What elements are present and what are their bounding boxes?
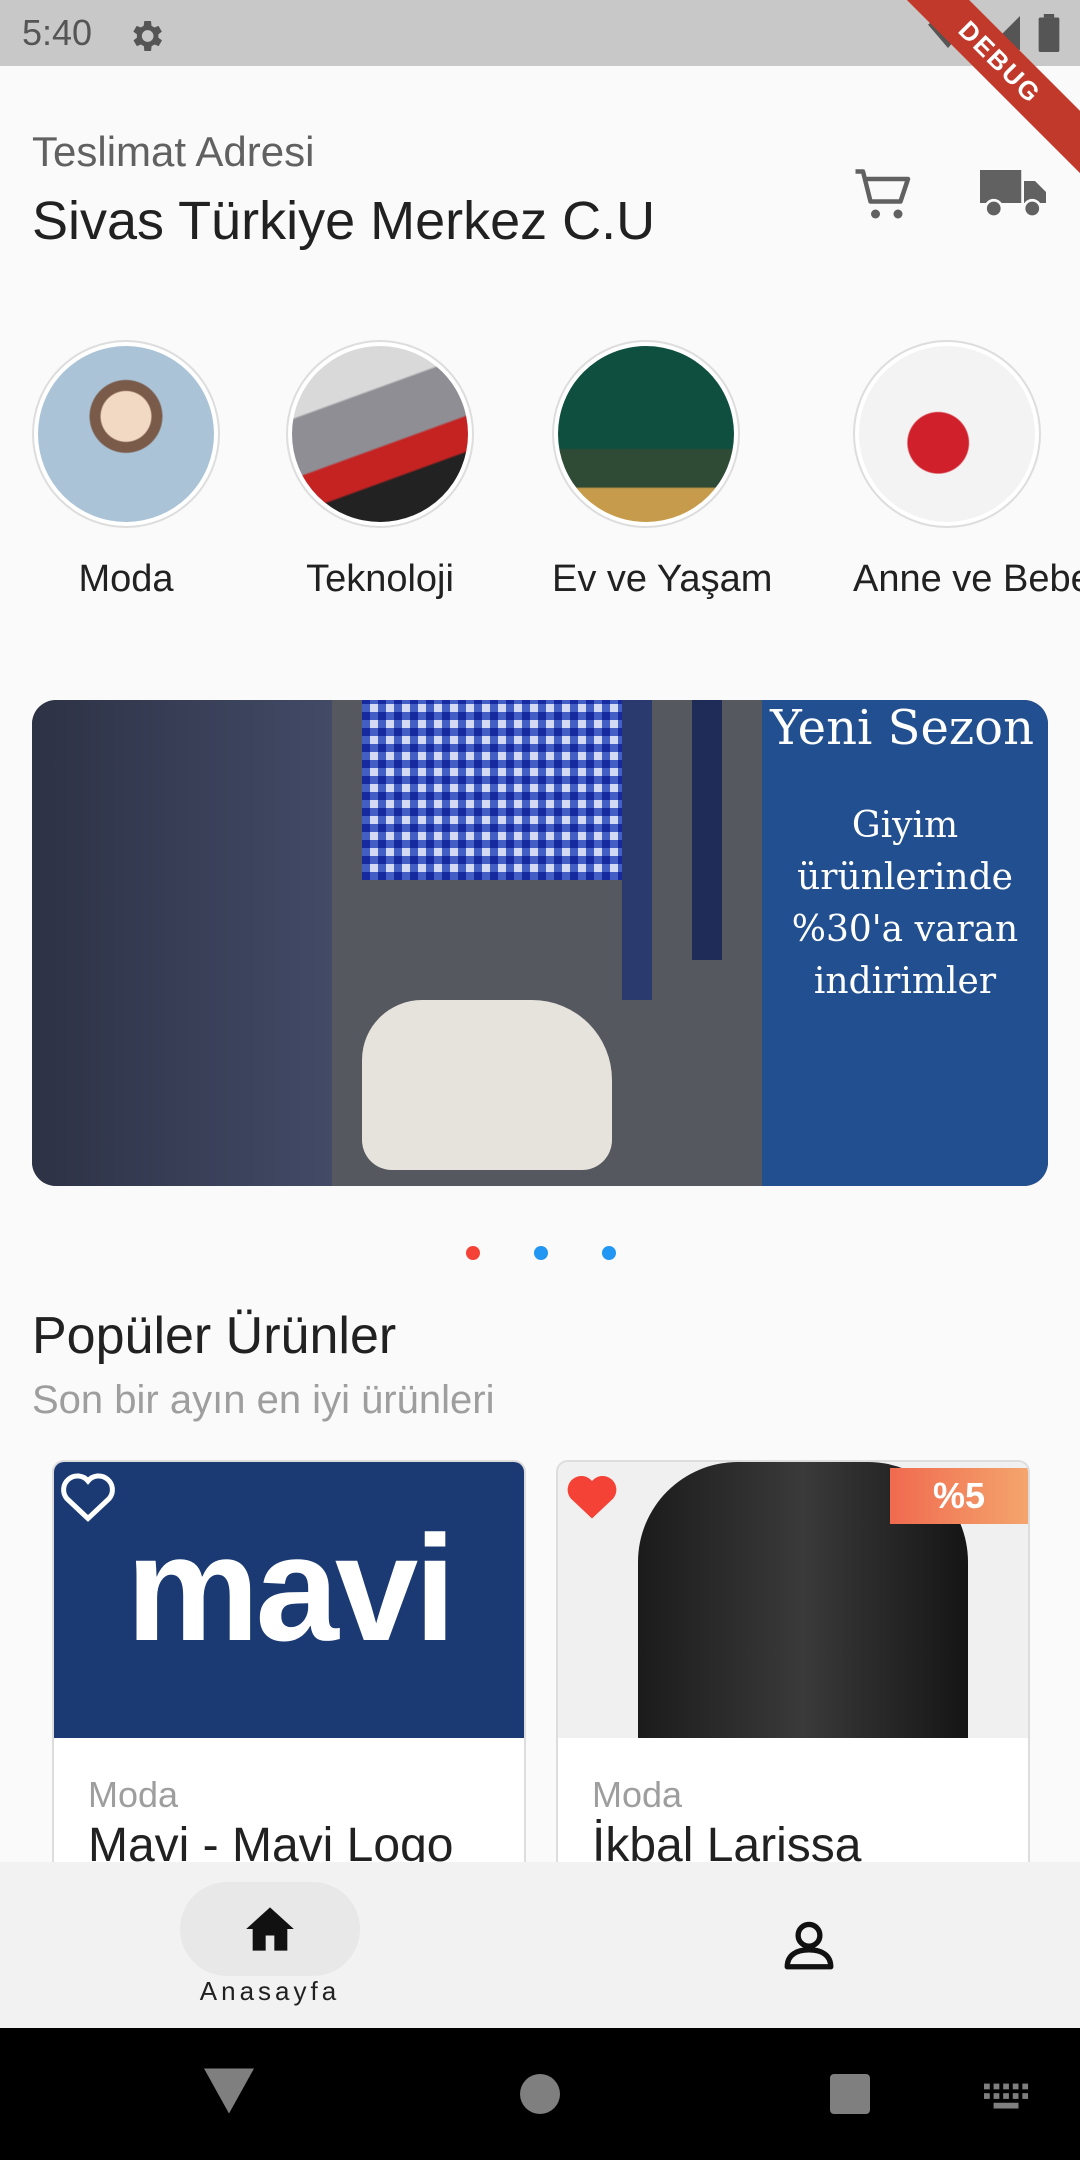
product-category: Moda [88, 1774, 179, 1815]
truck-icon[interactable] [980, 164, 1046, 220]
baby-products-image [853, 340, 1041, 528]
banner-text-panel: Yeni Sezon Giyim ürünlerinde %30'a varan… [762, 700, 1048, 1186]
category-moda[interactable]: Moda [32, 340, 220, 601]
banner-subtitle: Giyim ürünlerinde %30'a varan indirimler [791, 805, 1019, 1002]
category-label: Anne ve Bebek [853, 558, 1080, 600]
bottom-navigation: Anasayfa [0, 1862, 1080, 2028]
system-navigation-bar [0, 2028, 1080, 2160]
shirt-image [362, 700, 622, 880]
delivery-address-value[interactable]: Sivas Türkiye Merkez C.U [32, 190, 655, 252]
product-card[interactable]: %5 Moda İkbal Larissa [556, 1460, 1030, 1880]
status-bar: 5:40 DEBUG [0, 0, 1080, 184]
product-card[interactable]: mavi Moda Mavi - Mavi Logo [52, 1460, 526, 1880]
settings-gear-icon [133, 21, 162, 51]
fashion-image [32, 340, 220, 528]
mavi-logo: mavi [126, 1504, 456, 1672]
recents-square-icon[interactable] [830, 2074, 870, 2114]
cart-icon[interactable] [850, 164, 916, 224]
favorite-filled-icon[interactable] [562, 1468, 622, 1524]
living-room-image [552, 340, 740, 528]
category-label: Moda [78, 558, 174, 600]
category-label: Ev ve Yaşam [552, 558, 773, 600]
category-list: Moda Teknoloji Ev ve Yaşam Anne ve Bebek [0, 340, 1080, 610]
suspenders-image [622, 700, 652, 1000]
nav-home-button[interactable] [180, 1882, 360, 1976]
laptop-image [286, 340, 474, 528]
product-image: mavi [54, 1462, 524, 1738]
carousel-dot[interactable] [534, 1246, 548, 1260]
category-teknoloji[interactable]: Teknoloji [286, 340, 474, 601]
home-circle-icon[interactable] [520, 2074, 560, 2114]
discount-badge: %5 [890, 1468, 1028, 1524]
product-image: %5 [558, 1462, 1028, 1738]
category-ev-ve-yasam[interactable]: Ev ve Yaşam [552, 340, 773, 601]
product-category: Moda [592, 1774, 683, 1815]
home-icon [246, 1907, 294, 1951]
category-label: Teknoloji [306, 558, 454, 600]
promo-banner[interactable]: Yeni Sezon Giyim ürünlerinde %30'a varan… [32, 700, 1048, 1186]
shoes-image [362, 1000, 612, 1170]
suspenders-strap [692, 700, 722, 960]
back-icon[interactable] [204, 2068, 254, 2114]
favorite-outline-icon[interactable] [58, 1468, 118, 1524]
delivery-address-label: Teslimat Adresi [32, 128, 315, 175]
category-anne-ve-bebek[interactable]: Anne ve Bebek [853, 340, 1080, 601]
popular-products-title: Popüler Ürünler [32, 1307, 397, 1365]
nav-home-label[interactable]: Anasayfa [130, 1976, 410, 2007]
carousel-dot-active[interactable] [466, 1246, 480, 1260]
keyboard-icon[interactable] [984, 2082, 1030, 2112]
banner-title: Yeni Sezon [770, 700, 1034, 756]
battery-icon [1038, 14, 1060, 52]
popular-products-subtitle: Son bir ayın en iyi ürünleri [32, 1378, 495, 1422]
profile-icon[interactable] [780, 1916, 838, 1974]
jacket-image [32, 700, 332, 1186]
carousel-indicators [466, 1246, 616, 1260]
status-time: 5:40 [22, 12, 93, 53]
carousel-dot[interactable] [602, 1246, 616, 1260]
